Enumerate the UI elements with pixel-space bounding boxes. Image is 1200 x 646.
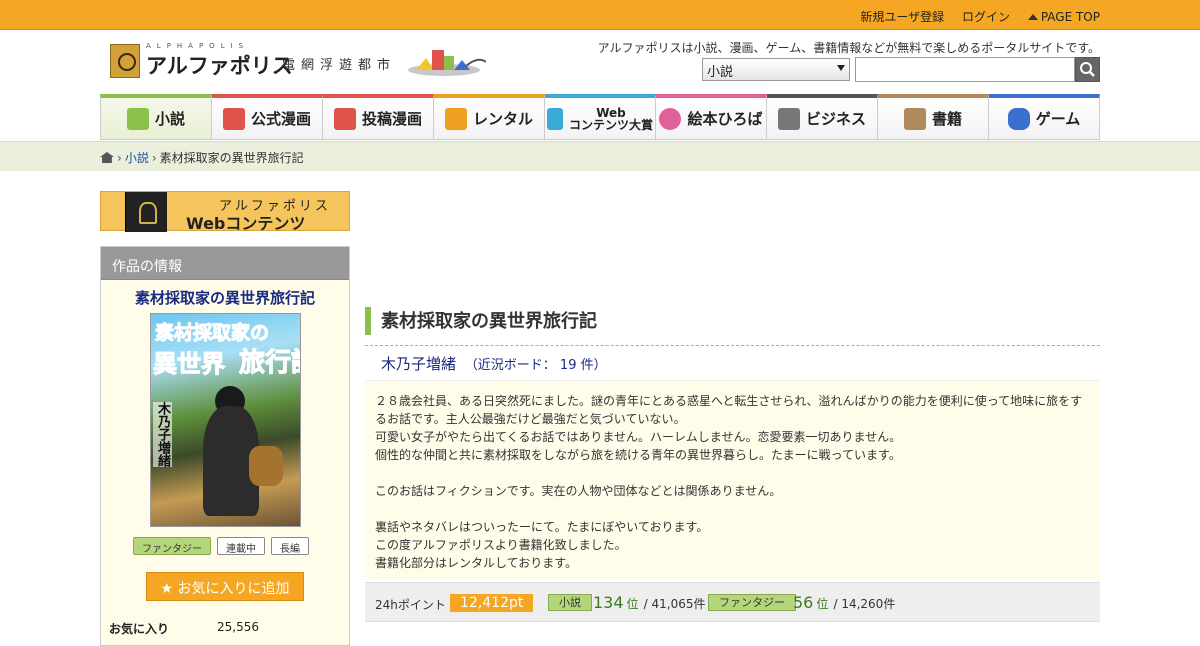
nav-books[interactable]: 書籍 [878,94,989,140]
favorites-stat: お気に入り 25,556 [109,620,259,637]
banner-line2: Webコンテンツ [186,214,306,233]
bar-chart-icon [777,107,800,130]
main-nav: 小説 公式漫画 投稿漫画 レンタル Web コンテンツ大賞 絵本ひろば ビジネス… [100,94,1100,140]
ranking-novel-total: / 41,065件 [643,597,706,611]
web-contents-banner[interactable]: アルファポリス Webコンテンツ [100,191,350,233]
sidebar-work-title[interactable]: 素材採取家の異世界旅行記 [101,287,349,308]
search-input[interactable] [855,57,1075,82]
work-info-panel: 作品の情報 素材採取家の異世界旅行記 素材採取家の 異世界 旅行記 木乃子増緒 … [100,246,350,646]
ranking-fantasy: 56 位 / 14,260件 [793,593,895,612]
nav-official-manga-label: 公式漫画 [250,110,311,128]
ranking-fantasy-unit: 位 [816,597,829,611]
nav-web-contents-label: Web コンテンツ大賞 [569,107,653,131]
cover-author: 木乃子増緒 [153,402,172,467]
up-arrow-icon [1027,14,1038,20]
ranking-novel-unit: 位 [626,597,639,611]
page-top-label: PAGE TOP [1040,10,1100,24]
breadcrumb-current: 素材採取家の異世界旅行記 [159,151,304,165]
picture-book-icon [659,107,682,130]
description-text: ２８歳会社員、ある日突然死にました。謎の青年にとある惑星へと転生させられ、溢れん… [375,394,1083,570]
add-favorite-button[interactable]: ★ お気に入りに追加 [146,572,304,601]
status-board-link[interactable]: （近況ボード： 19 件） [465,358,607,373]
nav-web-contents-award[interactable]: Web コンテンツ大賞 [545,94,656,140]
logo-wordmark: アルファポリス [146,53,293,78]
ranking-fantasy-rank: 56 [793,593,814,612]
top-bar: 新規ユーザ登録 ログイン PAGE TOP [0,0,1200,30]
favorites-value: 25,556 [217,620,259,634]
nav-novel-label: 小説 [154,110,185,128]
tag-status: 連載中 [217,537,265,555]
ranking-category-fantasy[interactable]: ファンタジー [708,594,796,611]
top-links: 新規ユーザ登録 ログイン PAGE TOP [846,8,1100,25]
register-link[interactable]: 新規ユーザ登録 [860,10,944,24]
breadcrumb-separator: › [117,151,122,165]
search-icon [1080,62,1095,77]
ranking-novel-rank: 134 [593,593,624,612]
author-link[interactable]: 木乃子増緒 [381,355,456,373]
favorites-label: お気に入り [109,622,170,636]
search-button[interactable] [1075,57,1100,82]
nav-game-label: ゲーム [1035,110,1081,128]
nav-game[interactable]: ゲーム [989,94,1100,140]
gamepad-icon [1007,107,1030,130]
cover-title-line3: 旅行記 [238,348,300,379]
work-title: 素材採取家の異世界旅行記 [365,307,1100,335]
chevron-down-icon [837,65,845,71]
work-tags: ファンタジー 連載中 長編 [133,537,309,555]
ranking-novel: 134 位 / 41,065件 [593,593,706,612]
add-favorite-label: お気に入りに追加 [177,581,290,597]
manga-icon [222,107,245,130]
search-category-select[interactable]: 小説 [702,58,850,81]
city-logo-icon [408,50,486,76]
page-top-link[interactable]: PAGE TOP [1027,10,1100,24]
points-badge: 12,412pt [450,594,534,612]
logo-subtitle: ALPHAPOLIS [146,42,250,50]
nav-picture-book-label: 絵本ひろば [687,110,763,128]
cover-bag [249,446,283,486]
site-logo[interactable]: ALPHAPOLIS アルファポリス 電網浮遊都市 [110,42,490,84]
divider [365,345,1100,346]
nav-posted-manga[interactable]: 投稿漫画 [323,94,434,140]
cover-title-line2: 異世界 [153,350,226,379]
cover-title-line1: 素材採取家の [154,322,270,345]
banner-emblem-icon [125,192,167,232]
work-description: ２８歳会社員、ある日突然死にました。謎の青年にとある惑星へと転生させられ、溢れん… [365,380,1100,580]
nav-books-label: 書籍 [931,110,962,128]
nav-business[interactable]: ビジネス [767,94,878,140]
login-link[interactable]: ログイン [962,10,1010,24]
nav-rental[interactable]: レンタル [434,94,545,140]
tag-genre[interactable]: ファンタジー [133,537,211,555]
nav-novel[interactable]: 小説 [100,94,212,140]
book-icon [126,107,149,130]
nav-web-line2: コンテンツ大賞 [568,117,653,132]
open-book-icon [903,107,926,130]
manga-icon [333,107,356,130]
ranking-category-novel[interactable]: 小説 [548,594,592,611]
tag-length: 長編 [271,537,309,555]
breadcrumb-separator: › [151,151,157,165]
site-tagline: アルファポリスは小説、漫画、ゲーム、書籍情報などが無料で楽しめるポータルサイトで… [597,41,1100,55]
star-icon: ★ [160,581,174,597]
breadcrumb-novel-link[interactable]: 小説 [125,151,149,165]
search-category-value: 小説 [707,65,734,80]
nav-posted-manga-label: 投稿漫画 [361,110,422,128]
author-line: 木乃子増緒 （近況ボード： 19 件） [381,353,607,374]
breadcrumb: › 小説 › 素材採取家の異世界旅行記 [0,141,1200,171]
rental-icon [444,107,467,130]
trophy-icon [546,107,563,130]
logo-emblem-icon [110,44,140,78]
nav-picture-book[interactable]: 絵本ひろば [656,94,767,140]
logo-tagline: 電網浮遊都市 [282,58,397,73]
home-icon[interactable] [100,152,114,163]
nav-business-label: ビジネス [805,110,866,128]
nav-rental-label: レンタル [472,110,533,128]
work-info-heading: 作品の情報 [101,247,349,280]
points-label: 24hポイント [375,598,446,612]
nav-official-manga[interactable]: 公式漫画 [212,94,323,140]
ranking-bar: 24hポイント 12,412pt 小説 134 位 / 41,065件 ファンタジ… [365,582,1100,622]
ranking-fantasy-total: / 14,260件 [833,597,896,611]
book-cover-image[interactable]: 素材採取家の 異世界 旅行記 木乃子増緒 [150,313,301,527]
